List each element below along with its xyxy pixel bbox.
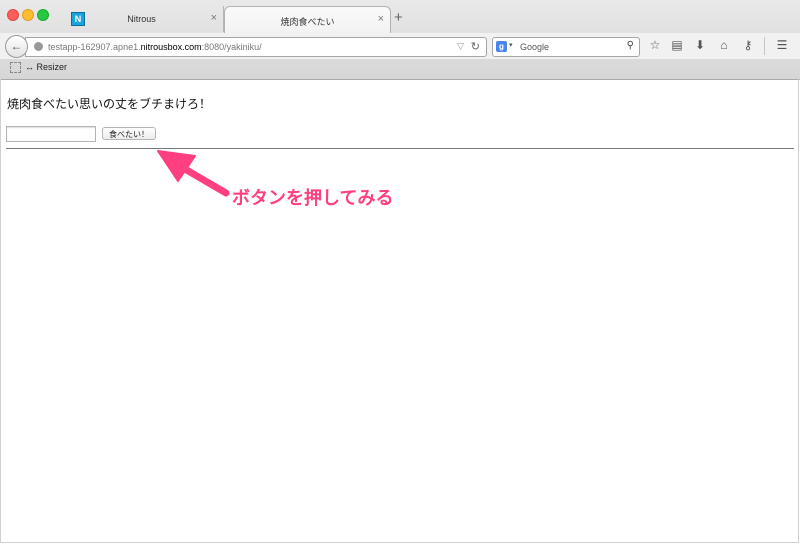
annotation-text: ボタンを押してみる [232, 188, 394, 208]
annotation-arrow [157, 150, 230, 197]
